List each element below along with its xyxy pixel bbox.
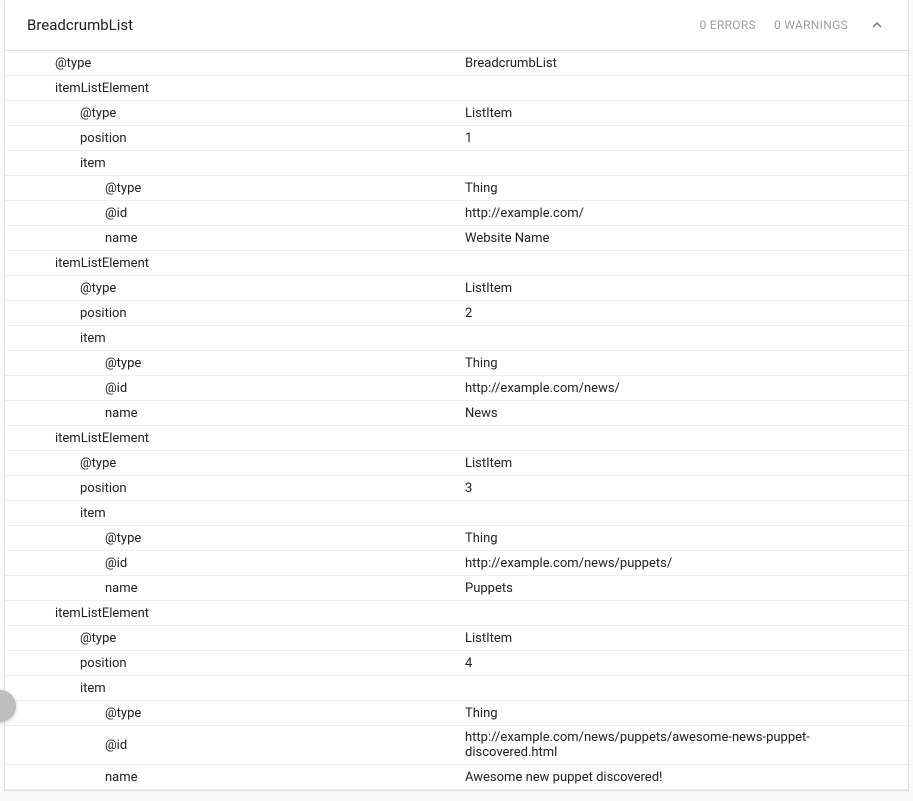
property-value: Puppets xyxy=(465,577,908,600)
property-row: @typeBreadcrumbList xyxy=(5,51,908,76)
property-row: itemListElement xyxy=(5,251,908,276)
property-value: 2 xyxy=(465,302,908,325)
property-value: Thing xyxy=(465,702,908,725)
property-key: item xyxy=(5,152,465,175)
property-key: @type xyxy=(5,102,465,125)
property-value: News xyxy=(465,402,908,425)
property-value: Thing xyxy=(465,527,908,550)
property-value: Thing xyxy=(465,177,908,200)
property-row: position3 xyxy=(5,476,908,501)
property-row: position4 xyxy=(5,651,908,676)
property-key: name xyxy=(5,402,465,425)
property-key: item xyxy=(5,327,465,350)
property-value: http://example.com/news/puppets/ xyxy=(465,552,908,575)
errors-count: 0 ERRORS xyxy=(699,18,756,32)
property-row: item xyxy=(5,676,908,701)
property-row: @idhttp://example.com/news/ xyxy=(5,376,908,401)
property-key: @type xyxy=(5,277,465,300)
property-value xyxy=(465,159,908,167)
property-value xyxy=(465,334,908,342)
property-row: @typeThing xyxy=(5,701,908,726)
property-row: item xyxy=(5,151,908,176)
chevron-up-icon[interactable] xyxy=(866,14,888,36)
property-key: itemListElement xyxy=(5,77,465,100)
property-key: name xyxy=(5,766,465,789)
property-value: 4 xyxy=(465,652,908,675)
property-value: ListItem xyxy=(465,627,908,650)
property-key: itemListElement xyxy=(5,602,465,625)
property-row: itemListElement xyxy=(5,76,908,101)
property-row: nameWebsite Name xyxy=(5,226,908,251)
property-row: @typeListItem xyxy=(5,276,908,301)
property-key: item xyxy=(5,677,465,700)
panel-title: BreadcrumbList xyxy=(27,16,133,34)
property-row: item xyxy=(5,501,908,526)
property-value xyxy=(465,684,908,692)
property-row: position1 xyxy=(5,126,908,151)
property-key: @id xyxy=(5,377,465,400)
property-row: @typeListItem xyxy=(5,101,908,126)
property-key: position xyxy=(5,652,465,675)
property-row: itemListElement xyxy=(5,426,908,451)
property-row: nameNews xyxy=(5,401,908,426)
property-key: @type xyxy=(5,527,465,550)
property-value: http://example.com/news/puppets/awesome-… xyxy=(465,726,908,764)
property-key: @type xyxy=(5,52,465,75)
property-value xyxy=(465,434,908,442)
property-value: ListItem xyxy=(465,452,908,475)
structured-data-panel: BreadcrumbList 0 ERRORS 0 WARNINGS @type… xyxy=(4,0,909,791)
property-value: 3 xyxy=(465,477,908,500)
property-value xyxy=(465,84,908,92)
property-row: @idhttp://example.com/news/puppets/aweso… xyxy=(5,726,908,765)
property-key: @id xyxy=(5,552,465,575)
property-value: Thing xyxy=(465,352,908,375)
property-value: Awesome new puppet discovered! xyxy=(465,766,908,789)
property-value xyxy=(465,509,908,517)
property-row: position2 xyxy=(5,301,908,326)
property-row: @idhttp://example.com/ xyxy=(5,201,908,226)
property-row: @typeListItem xyxy=(5,626,908,651)
property-key: @id xyxy=(5,734,465,757)
property-key: position xyxy=(5,477,465,500)
property-value xyxy=(465,609,908,617)
property-row: @typeThing xyxy=(5,351,908,376)
property-value xyxy=(465,259,908,267)
property-value: http://example.com/ xyxy=(465,202,908,225)
property-key: itemListElement xyxy=(5,427,465,450)
property-row: nameAwesome new puppet discovered! xyxy=(5,765,908,790)
property-key: @type xyxy=(5,452,465,475)
property-key: itemListElement xyxy=(5,252,465,275)
property-key: position xyxy=(5,127,465,150)
property-key: name xyxy=(5,577,465,600)
property-key: name xyxy=(5,227,465,250)
property-value: ListItem xyxy=(465,277,908,300)
warnings-count: 0 WARNINGS xyxy=(774,18,848,32)
property-value: Website Name xyxy=(465,227,908,250)
property-key: @type xyxy=(5,702,465,725)
property-key: item xyxy=(5,502,465,525)
property-key: position xyxy=(5,302,465,325)
property-value: 1 xyxy=(465,127,908,150)
property-value: http://example.com/news/ xyxy=(465,377,908,400)
property-key: @type xyxy=(5,352,465,375)
property-row: namePuppets xyxy=(5,576,908,601)
property-row: @typeThing xyxy=(5,176,908,201)
property-list: @typeBreadcrumbListitemListElement@typeL… xyxy=(5,51,908,790)
property-value: ListItem xyxy=(465,102,908,125)
property-row: @typeListItem xyxy=(5,451,908,476)
property-row: @typeThing xyxy=(5,526,908,551)
property-row: item xyxy=(5,326,908,351)
panel-header[interactable]: BreadcrumbList 0 ERRORS 0 WARNINGS xyxy=(5,0,908,51)
property-row: @idhttp://example.com/news/puppets/ xyxy=(5,551,908,576)
property-value: BreadcrumbList xyxy=(465,52,908,75)
property-key: @type xyxy=(5,177,465,200)
property-row: itemListElement xyxy=(5,601,908,626)
property-key: @id xyxy=(5,202,465,225)
property-key: @type xyxy=(5,627,465,650)
